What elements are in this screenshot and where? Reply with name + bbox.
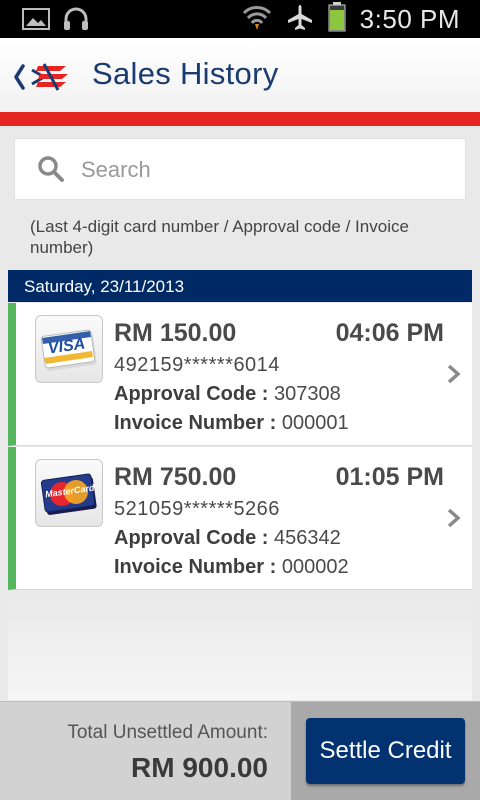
back-button[interactable] (14, 62, 72, 92)
page-title: Sales History (92, 56, 279, 91)
transaction-time: 04:06 PM (335, 319, 444, 347)
status-bar: 3:50 PM (0, 0, 480, 38)
list-empty-area (8, 592, 472, 700)
masked-card-number: 521059******5266 (114, 498, 280, 520)
invoice-number-value: 000002 (281, 556, 349, 578)
total-unsettled-label: Total Unsettled Amount: (67, 722, 268, 743)
headphones-icon (62, 6, 90, 37)
approval-code-value: 307308 (274, 383, 341, 405)
settle-credit-button[interactable]: Settle Credit (306, 718, 465, 784)
mastercard-card-icon: MasterCard (35, 459, 103, 527)
chevron-right-icon (446, 363, 462, 390)
gallery-icon (22, 8, 50, 35)
search-input[interactable] (81, 153, 451, 187)
approval-code-row: Approval Code : 456342 (114, 527, 341, 550)
settlement-footer: Total Unsettled Amount: RM 900.00 Settle… (0, 701, 480, 800)
approval-code-label: Approval Code : (114, 527, 269, 549)
battery-icon (328, 2, 346, 37)
chevron-right-icon (446, 507, 462, 534)
date-group-header: Saturday, 23/11/2013 (8, 270, 472, 302)
transaction-amount: RM 150.00 (114, 319, 237, 347)
approval-code-label: Approval Code : (114, 383, 269, 405)
transaction-amount: RM 750.00 (114, 463, 237, 491)
visa-card-icon: VISA (35, 315, 103, 383)
app-header: Sales History (0, 38, 480, 112)
transaction-time: 01:05 PM (335, 463, 444, 491)
transaction-item[interactable]: MasterCard RM 750.00 01:05 PM 521059****… (8, 447, 472, 590)
invoice-number-label: Invoice Number : (114, 412, 277, 434)
invoice-number-row: Invoice Number : 000001 (114, 412, 349, 435)
approval-code-value: 456342 (274, 527, 341, 549)
search-box[interactable] (14, 138, 466, 200)
transaction-item[interactable]: VISA RM 150.00 04:06 PM 492159******6014… (8, 303, 472, 446)
airplane-icon (286, 3, 314, 36)
invoice-number-label: Invoice Number : (114, 556, 277, 578)
invoice-number-row: Invoice Number : 000002 (114, 556, 349, 579)
wifi-icon (242, 4, 272, 35)
back-logo-icon (14, 63, 68, 91)
clock: 3:50 PM (359, 4, 460, 34)
masked-card-number: 492159******6014 (114, 354, 280, 376)
approval-code-row: Approval Code : 307308 (114, 383, 341, 406)
search-icon (37, 155, 65, 188)
invoice-number-value: 000001 (281, 412, 349, 434)
header-accent-bar (0, 112, 480, 126)
total-unsettled-value: RM 900.00 (131, 752, 268, 783)
search-hint: (Last 4-digit card number / Approval cod… (30, 217, 409, 257)
